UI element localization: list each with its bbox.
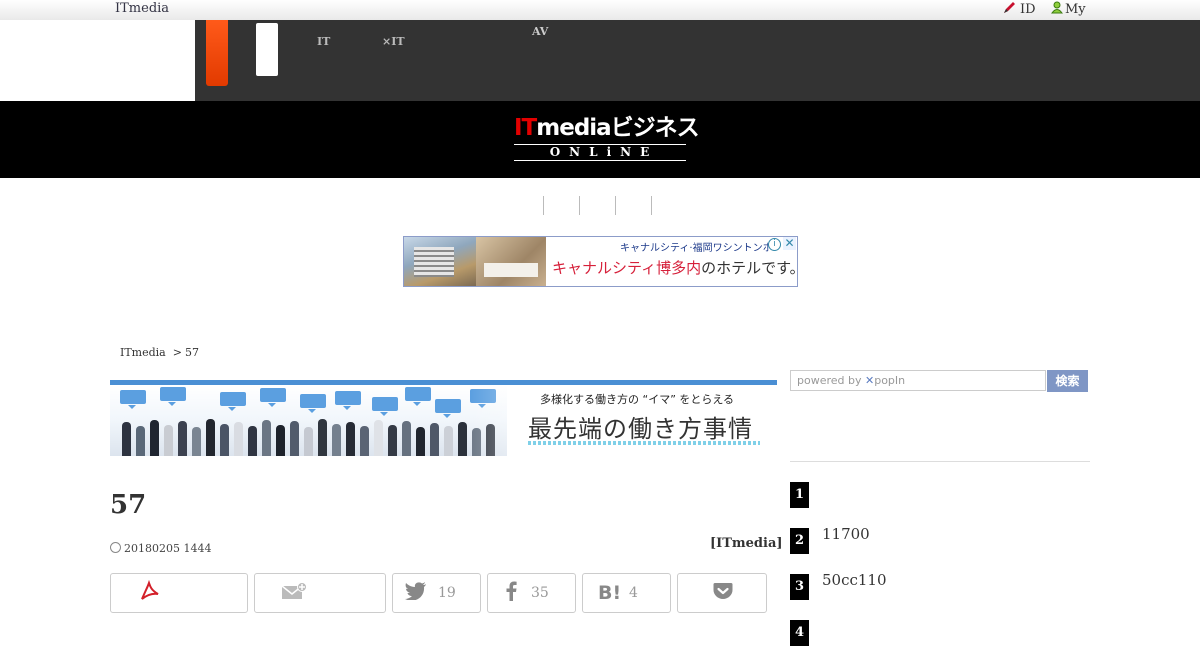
logo-it: IT [514, 115, 537, 141]
subnav-divider [651, 196, 652, 215]
feature-underline [528, 441, 760, 445]
ad-banner[interactable]: キャナルシティ·福岡ワシントンホ キャナルシティ博多内のホテルです。 i ✕ [403, 236, 798, 287]
logo-wordmark: ITmediaビジネス [514, 115, 700, 141]
subnav-divider [579, 196, 580, 215]
id-link-label: ID [1020, 2, 1036, 17]
ranking-number: 2 [790, 528, 809, 554]
hatena-bookmark-button[interactable]: B! 4 [582, 573, 671, 613]
feature-banner[interactable]: 多様化する働き方の “イマ” をとらえる 最先端の働き方事情 [110, 380, 777, 456]
mail-button[interactable] [254, 573, 386, 613]
breadcrumb-current: 57 [184, 346, 199, 359]
my-link-label: My [1065, 2, 1086, 17]
pocket-icon [713, 582, 733, 604]
logo-band: ITmediaビジネス ONLiNE [0, 101, 1200, 178]
feature-people-image [110, 385, 507, 456]
subnav-divider [615, 196, 616, 215]
ranking-number: 4 [790, 620, 809, 646]
itmedia-home-link[interactable]: ITmedia [115, 1, 169, 16]
pocket-button[interactable] [677, 573, 767, 613]
user-icon [1051, 1, 1063, 18]
ad-hotel-exterior-image [404, 237, 476, 286]
nav-item-3-line1: AV [532, 25, 549, 38]
facebook-count: 35 [531, 585, 549, 601]
article-datetime: 20180205 1444 [110, 542, 211, 555]
feature-subtitle: 多様化する働き方の “イマ” をとらえる [540, 393, 735, 406]
top-utility-bar: ITmedia ID My [0, 0, 1200, 21]
nav-item-3[interactable]: AV [532, 26, 548, 48]
search-placeholder: powered by [797, 374, 862, 387]
subnav-divider [543, 196, 544, 215]
feature-title: 最先端の働き方事情 [528, 415, 753, 443]
nav-item-1[interactable]: IT [317, 26, 330, 48]
ad-headline: キャナルシティ博多内のホテルです。 [552, 257, 798, 278]
ad-hotel-room-image [476, 237, 546, 286]
nav-tab-secondary[interactable] [256, 23, 278, 76]
sidebar-divider [790, 461, 1090, 462]
ranking-number: 3 [790, 574, 809, 600]
ad-info-icon[interactable]: i [768, 238, 781, 251]
nav-blank-area [0, 20, 195, 101]
logo-rest: mediaビジネス [536, 115, 699, 141]
nav-item-2-line2: ×IT [382, 35, 405, 48]
ranking-item-text[interactable]: 11700 [822, 525, 870, 543]
ad-close-icon[interactable]: ✕ [783, 237, 796, 250]
site-logo[interactable]: ITmediaビジネス ONLiNE [514, 115, 700, 165]
hatena-count: 4 [629, 585, 638, 601]
article-author: [ITmedia] [710, 536, 783, 551]
ranking-number: 1 [790, 482, 809, 508]
ranking-item-text[interactable]: 50cc110 [822, 571, 887, 589]
ad-headline-tail: のホテルです。 [701, 259, 798, 277]
pdf-button[interactable] [110, 573, 248, 613]
search-button[interactable]: 検索 [1047, 370, 1088, 392]
main-nav-bar: IT ×IT AV [0, 20, 1200, 101]
breadcrumb-home[interactable]: ITmedia [120, 346, 166, 359]
twitter-icon [405, 582, 427, 604]
nav-tab-active[interactable] [206, 20, 228, 86]
popin-logo-icon: ✕ [865, 374, 875, 387]
ad-headline-red: キャナルシティ博多内 [552, 259, 702, 277]
my-link[interactable]: My [1051, 1, 1086, 18]
pdf-icon [139, 579, 161, 606]
nav-item-1-line2: IT [317, 35, 331, 48]
clock-icon [110, 542, 121, 553]
mail-plus-icon [281, 582, 307, 604]
article-title: 57 [110, 490, 147, 520]
id-link[interactable]: ID [1003, 1, 1036, 18]
pencil-icon [1003, 1, 1016, 18]
ad-small-text: キャナルシティ·福岡ワシントンホ [620, 243, 773, 254]
facebook-icon [506, 581, 517, 605]
logo-online: ONLiNE [514, 144, 686, 161]
search-brand: popIn [874, 374, 906, 387]
hatena-icon: B! [598, 582, 622, 604]
breadcrumb-separator: > [172, 346, 182, 359]
twitter-count: 19 [438, 585, 456, 601]
search-input[interactable]: powered by ✕popIn [790, 370, 1046, 391]
nav-item-2[interactable]: ×IT [382, 26, 405, 48]
twitter-share-button[interactable]: 19 [392, 573, 481, 613]
breadcrumb: ITmedia >57 [120, 346, 199, 359]
article-datetime-text: 20180205 1444 [124, 542, 212, 555]
facebook-share-button[interactable]: 35 [487, 573, 576, 613]
